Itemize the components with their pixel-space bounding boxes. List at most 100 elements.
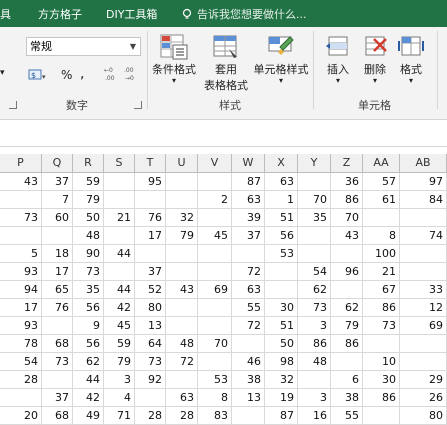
cell-z-row10[interactable]: 86 — [331, 335, 363, 353]
cell-aa-row1[interactable]: 57 — [363, 173, 400, 191]
cell-p-row4[interactable] — [0, 227, 42, 245]
increase-decimal-icon[interactable]: ←0.00 — [104, 65, 120, 81]
cell-aa-row14[interactable] — [363, 407, 400, 425]
cell-ab-row7[interactable]: 33 — [400, 281, 447, 299]
accounting-format-button[interactable]: $ ▾ — [28, 67, 48, 83]
cell-style-button[interactable]: 单元格样式 ▾ — [253, 33, 309, 85]
cell-z-row11[interactable] — [331, 353, 363, 371]
column-header-x[interactable]: X — [265, 154, 298, 173]
cell-r-row4[interactable]: 48 — [73, 227, 104, 245]
cell-v-row7[interactable]: 69 — [198, 281, 232, 299]
cell-aa-row11[interactable]: 10 — [363, 353, 400, 371]
cell-aa-row5[interactable]: 100 — [363, 245, 400, 263]
cell-u-row1[interactable] — [166, 173, 198, 191]
column-header-ab[interactable]: AB — [400, 154, 447, 173]
cell-v-row3[interactable] — [198, 209, 232, 227]
tab-fangfang-grid[interactable]: 方方格子 — [38, 6, 82, 22]
column-header-w[interactable]: W — [232, 154, 265, 173]
cell-v-row5[interactable] — [198, 245, 232, 263]
cell-s-row5[interactable]: 44 — [104, 245, 135, 263]
number-format-select[interactable]: 常规 ▼ — [26, 37, 141, 56]
cell-r-row12[interactable]: 44 — [73, 371, 104, 389]
cell-s-row2[interactable] — [104, 191, 135, 209]
cell-y-row7[interactable]: 62 — [298, 281, 331, 299]
partial-dropdown-arrow[interactable]: ▾ — [0, 68, 5, 78]
cell-q-row1[interactable]: 37 — [42, 173, 73, 191]
cell-x-row6[interactable] — [265, 263, 298, 281]
formula-bar[interactable] — [0, 120, 447, 147]
cell-r-row5[interactable]: 90 — [73, 245, 104, 263]
cell-z-row13[interactable]: 38 — [331, 389, 363, 407]
cell-ab-row13[interactable]: 26 — [400, 389, 447, 407]
cell-w-row14[interactable] — [232, 407, 265, 425]
cell-s-row13[interactable]: 4 — [104, 389, 135, 407]
cell-w-row1[interactable]: 87 — [232, 173, 265, 191]
cell-v-row11[interactable] — [198, 353, 232, 371]
cell-x-row10[interactable]: 50 — [265, 335, 298, 353]
cell-ab-row8[interactable]: 12 — [400, 299, 447, 317]
cell-t-row3[interactable]: 76 — [135, 209, 166, 227]
cell-q-row5[interactable]: 18 — [42, 245, 73, 263]
cell-w-row5[interactable] — [232, 245, 265, 263]
cell-x-row11[interactable]: 98 — [265, 353, 298, 371]
cell-p-row1[interactable]: 43 — [0, 173, 42, 191]
cell-z-row6[interactable]: 96 — [331, 263, 363, 281]
cell-y-row5[interactable] — [298, 245, 331, 263]
column-header-aa[interactable]: AA — [363, 154, 400, 173]
cell-v-row14[interactable]: 83 — [198, 407, 232, 425]
cell-r-row2[interactable]: 79 — [73, 191, 104, 209]
cell-v-row2[interactable]: 2 — [198, 191, 232, 209]
cell-q-row12[interactable] — [42, 371, 73, 389]
cell-r-row8[interactable]: 56 — [73, 299, 104, 317]
cell-ab-row3[interactable] — [400, 209, 447, 227]
cell-p-row14[interactable]: 20 — [0, 407, 42, 425]
cell-y-row14[interactable]: 16 — [298, 407, 331, 425]
column-header-q[interactable]: Q — [42, 154, 73, 173]
cell-z-row7[interactable] — [331, 281, 363, 299]
cell-p-row12[interactable]: 28 — [0, 371, 42, 389]
cell-t-row13[interactable] — [135, 389, 166, 407]
cell-w-row6[interactable]: 72 — [232, 263, 265, 281]
cell-x-row5[interactable]: 53 — [265, 245, 298, 263]
cell-r-row7[interactable]: 35 — [73, 281, 104, 299]
column-header-z[interactable]: Z — [331, 154, 363, 173]
cell-v-row6[interactable] — [198, 263, 232, 281]
cell-y-row3[interactable]: 35 — [298, 209, 331, 227]
cell-p-row10[interactable]: 78 — [0, 335, 42, 353]
cell-x-row13[interactable]: 19 — [265, 389, 298, 407]
cell-ab-row14[interactable]: 80 — [400, 407, 447, 425]
cell-p-row11[interactable]: 54 — [0, 353, 42, 371]
cell-w-row9[interactable]: 72 — [232, 317, 265, 335]
cell-q-row14[interactable]: 68 — [42, 407, 73, 425]
cell-u-row11[interactable]: 72 — [166, 353, 198, 371]
cell-z-row12[interactable]: 6 — [331, 371, 363, 389]
cell-s-row14[interactable]: 71 — [104, 407, 135, 425]
cell-z-row5[interactable] — [331, 245, 363, 263]
cell-aa-row3[interactable] — [363, 209, 400, 227]
cell-v-row1[interactable] — [198, 173, 232, 191]
cell-y-row9[interactable]: 3 — [298, 317, 331, 335]
number-dialog-launcher-icon[interactable] — [134, 101, 142, 109]
cell-t-row7[interactable]: 52 — [135, 281, 166, 299]
cell-aa-row8[interactable]: 86 — [363, 299, 400, 317]
cell-q-row13[interactable]: 37 — [42, 389, 73, 407]
cell-z-row1[interactable]: 36 — [331, 173, 363, 191]
column-header-t[interactable]: T — [135, 154, 166, 173]
cell-t-row1[interactable]: 95 — [135, 173, 166, 191]
cell-w-row3[interactable]: 39 — [232, 209, 265, 227]
cell-aa-row10[interactable] — [363, 335, 400, 353]
cell-t-row12[interactable]: 92 — [135, 371, 166, 389]
cell-t-row5[interactable] — [135, 245, 166, 263]
format-button[interactable]: 格式 ▾ — [394, 33, 428, 85]
cell-v-row13[interactable]: 8 — [198, 389, 232, 407]
cell-s-row12[interactable]: 3 — [104, 371, 135, 389]
cell-z-row4[interactable]: 43 — [331, 227, 363, 245]
cell-t-row14[interactable]: 28 — [135, 407, 166, 425]
cell-v-row9[interactable] — [198, 317, 232, 335]
cell-v-row8[interactable] — [198, 299, 232, 317]
cell-ab-row2[interactable]: 84 — [400, 191, 447, 209]
cell-z-row3[interactable]: 70 — [331, 209, 363, 227]
cell-ab-row4[interactable]: 74 — [400, 227, 447, 245]
cell-t-row4[interactable]: 17 — [135, 227, 166, 245]
cell-s-row9[interactable]: 45 — [104, 317, 135, 335]
